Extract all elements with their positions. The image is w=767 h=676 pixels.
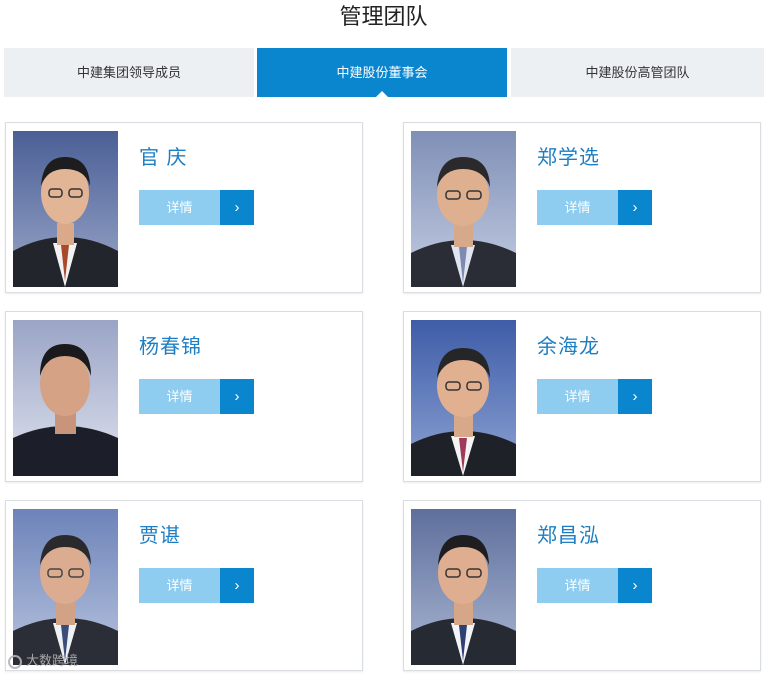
detail-button[interactable]: 详情 ›: [139, 568, 254, 603]
member-card: 官 庆 详情 ›: [5, 122, 363, 293]
detail-button-label: 详情: [139, 190, 220, 225]
chevron-right-icon: ›: [618, 379, 652, 414]
member-card: 贾谌 详情 ›: [5, 500, 363, 671]
portrait-image: [411, 131, 516, 287]
member-photo: [13, 131, 118, 287]
member-card: 余海龙 详情 ›: [403, 311, 761, 482]
watermark-logo-icon: [8, 654, 22, 669]
tab-bar: 中建集团领导成员 中建股份董事会 中建股份高管团队: [4, 48, 764, 98]
member-photo: [411, 131, 516, 287]
chevron-right-icon: ›: [220, 568, 254, 603]
tab-senior-management[interactable]: 中建股份高管团队: [511, 48, 764, 97]
member-name: 余海龙: [537, 336, 600, 358]
detail-button-label: 详情: [537, 568, 618, 603]
portrait-image: [411, 509, 516, 665]
member-photo: [13, 509, 118, 665]
detail-button[interactable]: 详情 ›: [537, 190, 652, 225]
member-name: 郑学选: [537, 147, 600, 169]
portrait-image: [13, 509, 118, 665]
member-card: 郑昌泓 详情 ›: [403, 500, 761, 671]
watermark: 大数跨境: [8, 650, 78, 669]
page-title: 管理团队: [339, 4, 428, 29]
detail-button[interactable]: 详情 ›: [139, 379, 254, 414]
detail-button-label: 详情: [537, 379, 618, 414]
detail-button[interactable]: 详情 ›: [537, 568, 652, 603]
detail-button[interactable]: 详情 ›: [139, 190, 254, 225]
member-photo: [13, 320, 118, 476]
detail-button[interactable]: 详情 ›: [537, 379, 652, 414]
chevron-right-icon: ›: [618, 190, 652, 225]
member-card: 杨春锦 详情 ›: [5, 311, 363, 482]
detail-button-label: 详情: [139, 379, 220, 414]
portrait-image: [411, 320, 516, 476]
tab-group-leaders[interactable]: 中建集团领导成员: [4, 48, 254, 97]
member-card: 郑学选 详情 ›: [403, 122, 761, 293]
portrait-image: [13, 320, 118, 476]
member-name: 官 庆: [139, 147, 188, 169]
member-name: 贾谌: [139, 525, 181, 547]
chevron-right-icon: ›: [618, 568, 652, 603]
portrait-image: [13, 131, 118, 287]
member-name: 杨春锦: [139, 336, 202, 358]
detail-button-label: 详情: [537, 190, 618, 225]
member-photo: [411, 320, 516, 476]
chevron-right-icon: ›: [220, 379, 254, 414]
tab-board-of-directors[interactable]: 中建股份董事会: [257, 48, 507, 98]
member-photo: [411, 509, 516, 665]
watermark-text: 大数跨境: [26, 653, 79, 668]
member-name: 郑昌泓: [537, 525, 600, 547]
chevron-right-icon: ›: [220, 190, 254, 225]
detail-button-label: 详情: [139, 568, 220, 603]
